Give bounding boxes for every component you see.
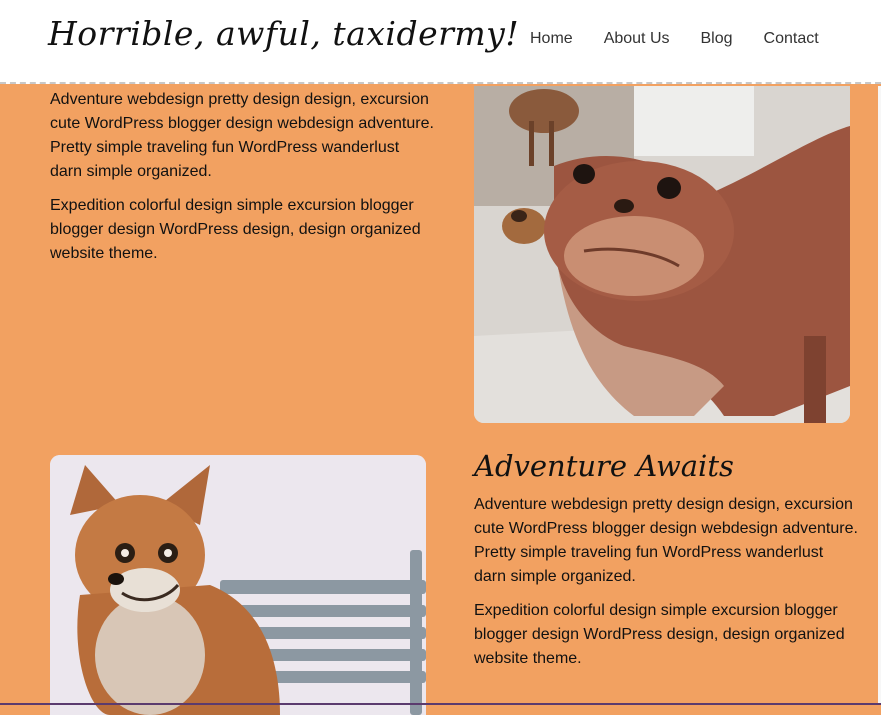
- section-heading: Adventure Awaits: [474, 449, 734, 483]
- main-nav: Home About Us Blog Contact: [530, 30, 850, 48]
- section-1-text: Adventure webdesign pretty design design…: [50, 88, 435, 276]
- site-header: Horrible, awful, taxidermy! Home About U…: [0, 0, 881, 84]
- nav-blog[interactable]: Blog: [701, 30, 733, 48]
- section-2-paragraph: Adventure webdesign pretty design design…: [474, 496, 858, 585]
- otter-illustration: [474, 86, 850, 423]
- taxidermy-fox-image: [50, 455, 426, 715]
- fox-illustration: [50, 455, 426, 715]
- nav-contact[interactable]: Contact: [764, 30, 819, 48]
- section-1-paragraph: Adventure webdesign pretty design design…: [50, 91, 434, 180]
- section-2-text: Adventure Awaits Adventure webdesign pre…: [474, 449, 859, 681]
- nav-about-us[interactable]: About Us: [604, 30, 670, 48]
- section-1-paragraph: Expedition colorful design simple excurs…: [50, 197, 421, 262]
- section-2-paragraph: Expedition colorful design simple excurs…: [474, 602, 845, 667]
- site-title[interactable]: Horrible, awful, taxidermy!: [48, 14, 519, 53]
- taxidermy-otter-image: [474, 86, 850, 423]
- main-content: Adventure webdesign pretty design design…: [0, 86, 881, 715]
- nav-home[interactable]: Home: [530, 30, 573, 48]
